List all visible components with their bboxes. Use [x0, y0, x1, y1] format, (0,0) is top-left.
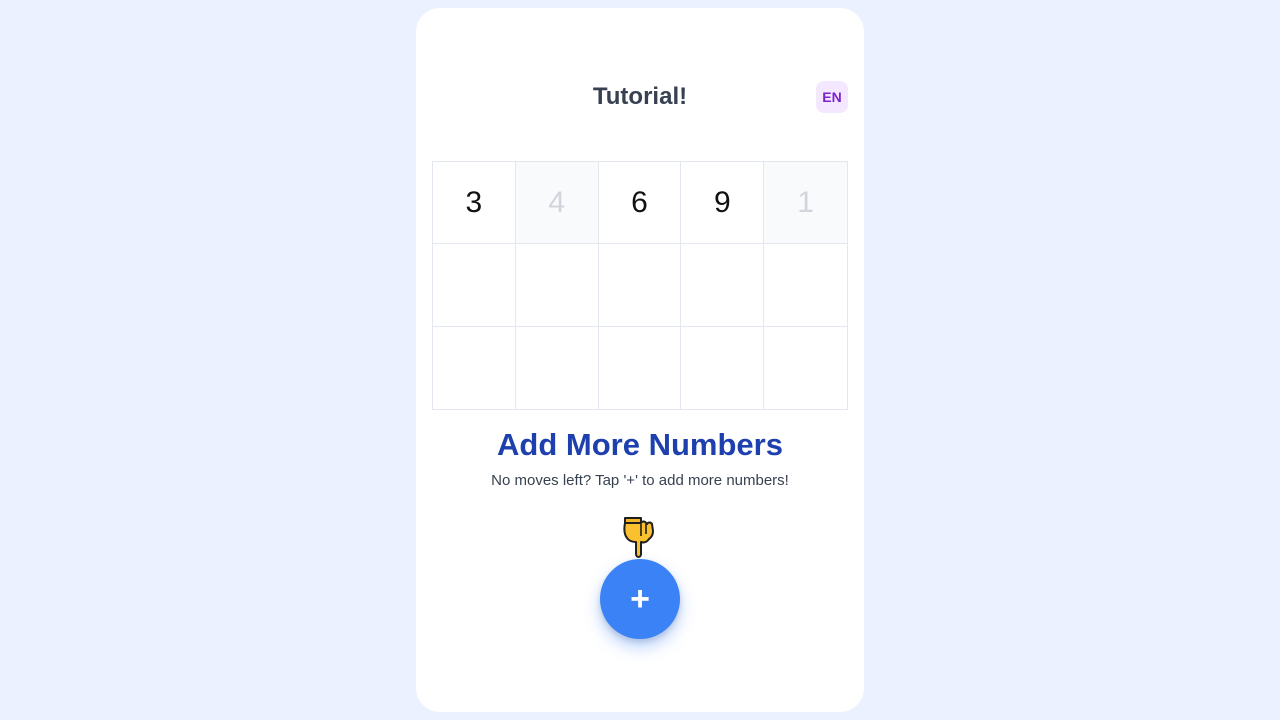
- grid-cell[interactable]: [516, 326, 599, 409]
- page-title: Tutorial!: [592, 83, 688, 110]
- grid-cell[interactable]: [515, 244, 599, 327]
- grid-cell[interactable]: [681, 244, 765, 327]
- language-button[interactable]: EN: [816, 81, 848, 113]
- grid-cell[interactable]: 6: [598, 162, 682, 245]
- tutorial-heading: Add More Numbers: [497, 427, 783, 462]
- grid-cell[interactable]: [433, 326, 516, 409]
- grid-cell[interactable]: [681, 326, 765, 409]
- grid-cell[interactable]: 1: [764, 162, 847, 245]
- grid-cell[interactable]: [598, 244, 682, 327]
- grid-cell[interactable]: [764, 327, 847, 409]
- header: Tutorial! EN: [416, 78, 864, 116]
- grid-cell[interactable]: [599, 326, 682, 409]
- grid-cell[interactable]: 3: [433, 162, 516, 245]
- add-numbers-button[interactable]: +: [600, 559, 680, 639]
- grid-cell[interactable]: [433, 244, 516, 327]
- grid-cell[interactable]: 4: [515, 162, 599, 245]
- grid-cell[interactable]: 9: [681, 162, 765, 245]
- game-card: Tutorial! EN 3 4 6 9 1 Add More Numbers …: [416, 8, 864, 712]
- grid-cell[interactable]: [764, 244, 847, 327]
- number-grid: 3 4 6 9 1: [432, 161, 848, 410]
- tutorial-message: No moves left? Tap '+' to add more numbe…: [491, 472, 789, 489]
- hand-pointing-down-icon: [623, 517, 654, 558]
